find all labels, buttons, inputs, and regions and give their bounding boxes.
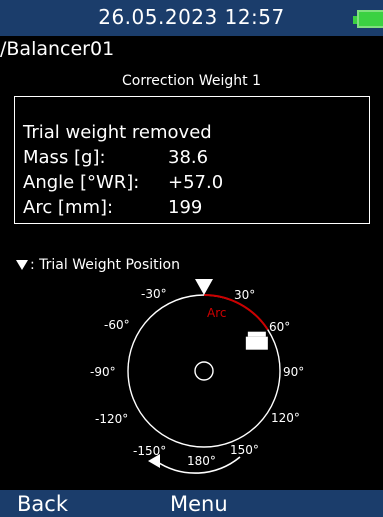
menu-button[interactable]: Menu — [170, 492, 228, 516]
result-status: Trial weight removed — [23, 122, 212, 143]
breadcrumb: /Balancer01 — [0, 38, 115, 60]
angle-label-p90: 90° — [283, 365, 304, 379]
angle-label-m60: -60° — [104, 318, 130, 332]
correction-weight-marker — [245, 331, 268, 350]
arc-label: Arc — [207, 306, 226, 320]
arc-label: Arc [mm]: — [23, 197, 114, 218]
angle-label: Angle [°WR]: — [23, 172, 140, 193]
softkey-bar: Back Menu — [0, 490, 383, 517]
angle-label-m120: -120° — [95, 412, 128, 426]
mass-value: 38.6 — [168, 147, 209, 168]
angle-label-180: 180° — [187, 454, 216, 468]
page-title: Correction Weight 1 — [121, 73, 261, 89]
angle-value: +57.0 — [168, 172, 224, 193]
battery-full-icon — [353, 10, 383, 28]
angle-label-p120: 120° — [271, 411, 300, 425]
arc-value: 199 — [168, 197, 203, 218]
back-button[interactable]: Back — [17, 492, 68, 516]
mass-row: Mass [g]: 38.6 — [23, 147, 208, 168]
angle-label-m30: -30° — [141, 287, 167, 301]
triangle-down-icon — [16, 260, 28, 270]
angle-row: Angle [°WR]: +57.0 — [23, 172, 223, 193]
trial-weight-marker — [195, 279, 213, 295]
result-panel: Trial weight removed Mass [g]: 38.6 Angl… — [14, 96, 370, 224]
angle-label-p30: 30° — [234, 288, 255, 302]
angle-label-p150: 150° — [230, 443, 259, 457]
arc-row: Arc [mm]: 199 — [23, 197, 202, 218]
date-time: 26.05.2023 12:57 — [98, 5, 285, 29]
shaft-circle — [194, 361, 214, 381]
balance-diagram: -30° 30° -60° 60° -90° 90° -120° 120° -1… — [90, 279, 304, 474]
angle-label-m90: -90° — [90, 365, 116, 379]
mass-label: Mass [g]: — [23, 147, 106, 168]
angle-label-m150: -150° — [133, 444, 166, 458]
status-bar: 26.05.2023 12:57 — [0, 0, 383, 36]
angle-label-p60: 60° — [269, 320, 290, 334]
